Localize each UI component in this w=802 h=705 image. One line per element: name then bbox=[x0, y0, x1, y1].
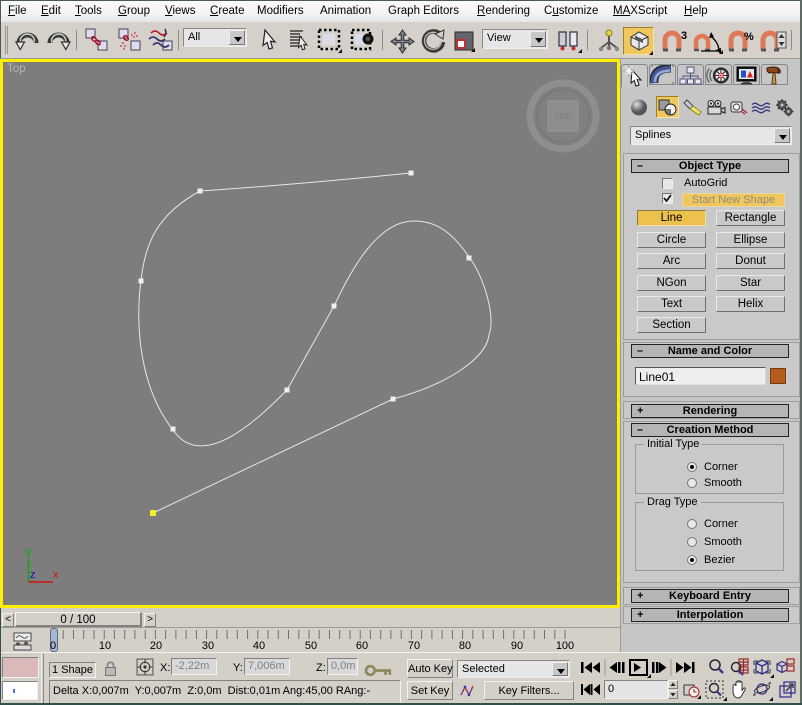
svg-text:x: x bbox=[53, 569, 59, 581]
svg-text:z: z bbox=[30, 569, 36, 581]
svg-text:TOP: TOP bbox=[554, 111, 572, 121]
svg-text:y: y bbox=[26, 546, 32, 558]
svg-text:%: % bbox=[744, 31, 754, 43]
svg-text:3: 3 bbox=[681, 30, 687, 42]
